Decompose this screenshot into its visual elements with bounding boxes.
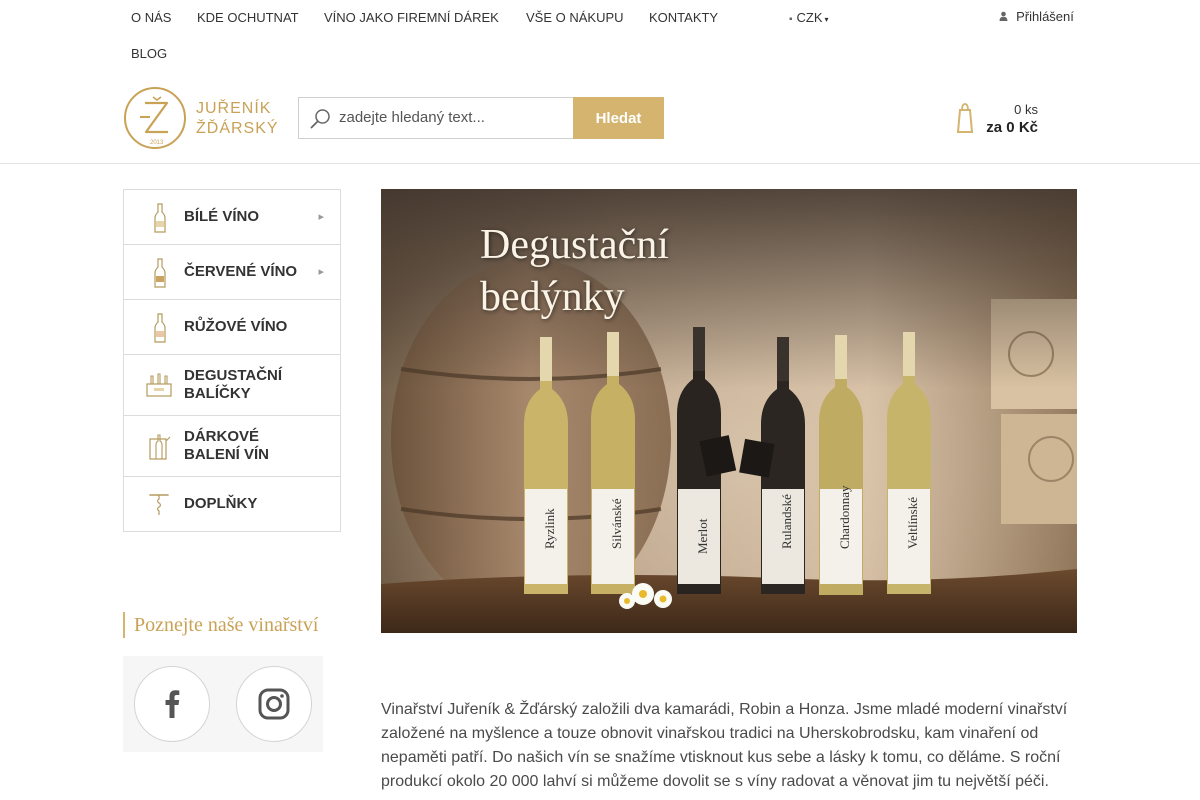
- category-bile-vino[interactable]: BÍLÉ VÍNO ▸: [124, 190, 340, 245]
- chevron-down-icon: ▾: [824, 15, 829, 24]
- login-link[interactable]: Přihlášení: [999, 9, 1074, 24]
- hero-banner[interactable]: Ryzlink Silvánské Merlot Rulandské Chard…: [381, 189, 1077, 633]
- winery-heading: Poznejte naše vinařství: [123, 612, 318, 638]
- site-logo[interactable]: 2013 JUŘENÍK ŽĎÁRSKÝ: [123, 86, 279, 150]
- svg-text:2013: 2013: [150, 140, 164, 146]
- instagram-icon: [258, 688, 290, 720]
- cart-summary[interactable]: 0 ks za 0 Kč: [955, 100, 1045, 140]
- tasting-box-icon: [146, 370, 174, 405]
- logo-line-2: ŽĎÁRSKÝ: [196, 120, 279, 137]
- top-navigation: O NÁS KDE OCHUTNAT VÍNO JAKO FIREMNÍ DÁR…: [0, 0, 1200, 72]
- category-label: BÍLÉ VÍNO: [184, 208, 260, 225]
- social-links: [123, 656, 323, 752]
- nav-item-firemni-darek[interactable]: VÍNO JAKO FIREMNÍ DÁREK: [324, 10, 499, 25]
- svg-text:Veltlínské: Veltlínské: [905, 497, 920, 549]
- nav-item-blog[interactable]: BLOG: [131, 46, 167, 61]
- category-label: DOPLŇKY: [184, 495, 258, 512]
- category-label: ČERVENÉ VÍNO: [184, 263, 298, 280]
- category-label: DÁRKOVÉ BALENÍ VÍN: [184, 428, 270, 463]
- category-doplnky[interactable]: DOPLŇKY: [124, 477, 340, 531]
- currency-value: CZK: [796, 10, 823, 25]
- search-button[interactable]: Hledat: [573, 97, 664, 139]
- category-label: RŮŽOVÉ VÍNO: [184, 318, 288, 335]
- white-wine-bottle-icon: [146, 202, 174, 239]
- nav-item-kde-ochutnat[interactable]: KDE OCHUTNAT: [197, 10, 299, 25]
- svg-text:Merlot: Merlot: [695, 518, 710, 554]
- coins-icon: ▪: [789, 14, 793, 25]
- shopping-bag-icon: [956, 102, 974, 139]
- cart-total: za 0 Kč: [986, 119, 1038, 136]
- chevron-right-icon: ▸: [318, 211, 324, 223]
- gift-box-icon: [146, 431, 174, 466]
- facebook-button[interactable]: [134, 666, 210, 742]
- nav-item-kontakty[interactable]: KONTAKTY: [649, 10, 718, 25]
- svg-text:Rulandské: Rulandské: [779, 494, 794, 549]
- currency-selector[interactable]: ▪ CZK ▾: [789, 10, 829, 25]
- instagram-button[interactable]: [236, 666, 312, 742]
- nav-item-vse-o-nakupu[interactable]: VŠE O NÁKUPU: [526, 10, 624, 25]
- category-label: DEGUSTAČNÍ BALÍČKY: [184, 367, 283, 402]
- search-icon: [309, 107, 333, 136]
- search-input[interactable]: [339, 109, 564, 126]
- site-header: 2013 JUŘENÍK ŽĎÁRSKÝ Hledat 0 ks za 0 Kč: [0, 72, 1200, 164]
- category-ruzove-vino[interactable]: RŮŽOVÉ VÍNO: [124, 300, 340, 355]
- red-wine-bottle-icon: [146, 257, 174, 294]
- login-label: Přihlášení: [1016, 9, 1074, 24]
- intro-paragraph: Vinařství Juřeník & Žďárský založili dva…: [381, 701, 1068, 790]
- logo-line-1: JUŘENÍK: [196, 100, 272, 117]
- user-icon: [999, 11, 1011, 24]
- category-navigation: BÍLÉ VÍNO ▸ ČERVENÉ VÍNO ▸ RŮŽOVÉ VÍNO D…: [123, 189, 341, 532]
- logo-wordmark: JUŘENÍK ŽĎÁRSKÝ: [196, 99, 279, 139]
- search-box: [298, 97, 573, 139]
- banner-title: Degustační bedýnky: [480, 222, 669, 320]
- facebook-icon: [165, 690, 180, 718]
- category-cervene-vino[interactable]: ČERVENÉ VÍNO ▸: [124, 245, 340, 300]
- chevron-right-icon: ▸: [318, 266, 324, 278]
- nav-item-o-nas[interactable]: O NÁS: [131, 10, 171, 25]
- svg-text:Chardonnay: Chardonnay: [837, 485, 852, 549]
- svg-text:Silvánské: Silvánské: [609, 498, 624, 549]
- cart-count: 0 ks: [1014, 102, 1038, 117]
- svg-text:Ryzlink: Ryzlink: [542, 508, 557, 549]
- rose-wine-bottle-icon: [146, 312, 174, 349]
- category-darkove-baleni[interactable]: DÁRKOVÉ BALENÍ VÍN: [124, 416, 340, 477]
- category-degustacni-balicky[interactable]: DEGUSTAČNÍ BALÍČKY: [124, 355, 340, 416]
- corkscrew-icon: [146, 491, 174, 522]
- logo-emblem-icon: 2013: [124, 87, 186, 149]
